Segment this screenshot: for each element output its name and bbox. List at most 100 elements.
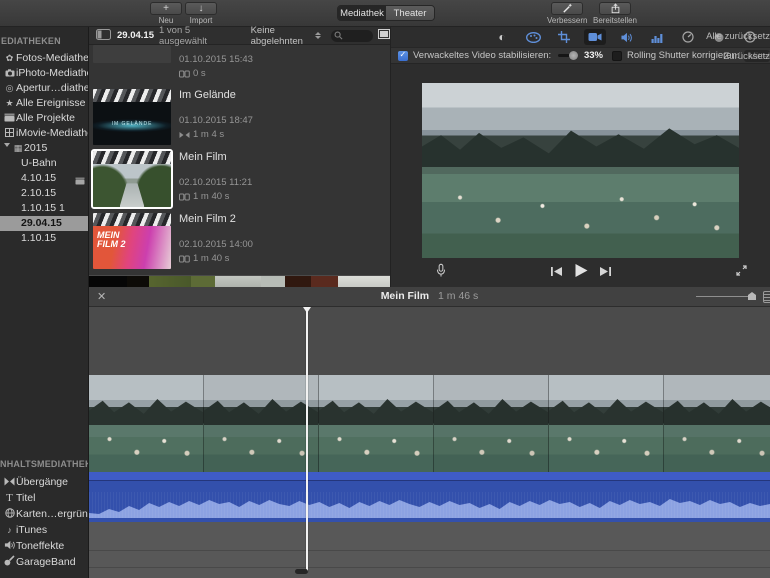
slider-knob[interactable] — [569, 51, 579, 60]
sidebar-item-21015[interactable]: 2.10.15 — [0, 186, 88, 201]
color-balance-icon[interactable]: ◐ — [491, 29, 513, 45]
clapper-chevrons-icon — [93, 89, 171, 102]
sidebar-item-290415-selected[interactable]: 29.04.15 — [0, 216, 88, 231]
titles-icon: T — [6, 492, 13, 504]
sidebar-item-alle-ereignisse[interactable]: ★ Alle Ereignisse — [0, 96, 88, 111]
timeline-background — [89, 522, 770, 578]
clip-title: Mein Film 2 — [179, 213, 236, 225]
clip-duration: 1 m 4 s — [179, 129, 253, 140]
clip-date: 01.10.2015 18:47 — [179, 115, 253, 126]
import-button[interactable]: ↓ — [185, 2, 217, 15]
enhance-button[interactable] — [551, 2, 583, 15]
search-field[interactable] — [331, 29, 373, 42]
tab-theater[interactable]: Theater — [386, 6, 434, 20]
star-icon: ★ — [5, 98, 14, 108]
clip-row-mein-film-2[interactable]: MEIN FILM 2 Mein Film 2 02.10.2015 14:00… — [93, 213, 388, 269]
crop-icon[interactable] — [553, 29, 575, 45]
stabilize-label: Verwackeltes Video stabilisieren: — [413, 50, 552, 61]
project-icon — [179, 131, 190, 138]
timeline-header: ✕ Mein Film 1 m 46 s — [89, 287, 770, 307]
timeline-clip-filmstrip[interactable] — [89, 375, 770, 472]
next-frame-button[interactable] — [599, 264, 611, 282]
clip-date: 02.10.2015 11:21 — [179, 177, 253, 188]
voiceover-mic-button[interactable] — [435, 263, 447, 283]
clip-appearance-icon[interactable] — [763, 291, 770, 303]
play-button[interactable] — [573, 263, 588, 283]
reset-stabilization-button[interactable]: Zurücksetz — [724, 51, 770, 62]
tab-mediathek[interactable]: Mediathek — [338, 6, 386, 20]
reset-all-button[interactable]: Alle zurücksetz — [706, 31, 770, 42]
viewer-pane: ◐ Alle zurücksetz ✓ Verwackeltes Video s… — [390, 27, 770, 287]
clip-date: 01.10.2015 15:43 — [179, 54, 253, 65]
share-button[interactable] — [599, 2, 631, 15]
film-reel-icon — [179, 193, 190, 200]
color-correction-icon[interactable] — [522, 29, 544, 45]
clip-thumbnail[interactable]: IM GELÄNDE — [93, 89, 171, 145]
timeline-body — [89, 307, 770, 578]
sidebar-item-11015-1[interactable]: 1.10.15 1 — [0, 201, 88, 216]
music-note-icon: ♪ — [7, 525, 12, 535]
clip-thumbnail[interactable]: MEIN FILM 2 — [93, 213, 171, 269]
speed-icon[interactable] — [677, 29, 699, 45]
event-filmstrip-row[interactable] — [89, 275, 390, 287]
selection-status: 1 von 5 ausgewählt — [158, 24, 208, 47]
clapper-chevrons-icon — [93, 151, 171, 164]
sidebar-item-uebergaenge[interactable]: Übergänge — [0, 475, 88, 490]
new-button-group: + Neu — [149, 2, 183, 25]
thumb-title-text: IM GELÄNDE — [111, 121, 153, 128]
previous-frame-button[interactable] — [550, 264, 562, 282]
viewer — [391, 64, 770, 258]
stabilization-icon-selected[interactable] — [584, 29, 606, 45]
sidebar-item-toneffekte[interactable]: Toneffekte — [0, 539, 88, 554]
sidebar-item-41015[interactable]: 4.10.15 — [0, 171, 88, 186]
sidebar-item-fotos[interactable]: ✿ Fotos-Mediathek — [0, 51, 88, 66]
share-button-group: Bereitstellen — [589, 2, 641, 25]
sidebar-toggle-button[interactable] — [96, 28, 111, 43]
sidebar-item-garageband[interactable]: GarageBand — [0, 555, 88, 570]
sidebar-item-karten[interactable]: Karten…ergründe — [0, 507, 88, 522]
sidebar-item-ubahn[interactable]: U-Bahn — [0, 156, 88, 171]
enhance-button-label: Verbessern — [547, 16, 588, 25]
project-duration: 1 m 46 s — [438, 290, 479, 302]
fullscreen-icon[interactable] — [735, 264, 748, 282]
popup-chevrons-icon[interactable] — [315, 32, 322, 39]
clapper-icon — [3, 111, 16, 126]
stabilize-slider[interactable] — [558, 51, 579, 60]
clip-row-im-gelaende[interactable]: IM GELÄNDE Im Gelände 01.10.2015 18:47 1… — [93, 89, 388, 145]
clip-list: 01.10.2015 15:43 0 s IM GELÄNDE Im Gelän… — [89, 45, 390, 275]
project-title: Mein Film — [380, 290, 430, 302]
sidebar-item-itunes[interactable]: ♪ iTunes — [0, 523, 88, 538]
filmstrip-view-button[interactable] — [378, 28, 390, 43]
stabilize-checkbox[interactable] — [398, 50, 408, 61]
enhance-button-group: Verbessern — [547, 2, 587, 25]
clip-thumbnail-selected[interactable] — [91, 149, 173, 209]
waveform-texture — [89, 492, 770, 518]
sidebar-item-11015[interactable]: 1.10.15 — [0, 231, 88, 246]
sidebar-item-imovie-mediathek[interactable]: iMovie-Mediathek — [0, 126, 88, 141]
audio-waveform-track[interactable] — [89, 472, 770, 522]
clip-row-partial[interactable]: 01.10.2015 15:43 0 s — [93, 45, 388, 79]
sidebar-item-iphoto[interactable]: iPhoto-Mediathek — [0, 66, 88, 81]
filter-popup[interactable]: Keine abgelehnten — [251, 25, 313, 47]
sidebar-item-titel[interactable]: T Titel — [0, 491, 88, 506]
timeline-scroll-handle[interactable] — [295, 569, 308, 574]
clip-row-mein-film[interactable]: Mein Film 02.10.2015 11:21 1 m 40 s — [91, 149, 388, 209]
video-preview[interactable] — [422, 83, 739, 258]
aperture-icon: ◎ — [5, 83, 14, 93]
calendar-icon: ▦ — [13, 143, 23, 153]
volume-icon[interactable] — [615, 29, 637, 45]
disclosure-triangle-icon[interactable] — [4, 143, 10, 150]
transitions-icon — [3, 475, 16, 490]
new-button[interactable]: + — [150, 2, 182, 15]
playhead[interactable] — [303, 307, 310, 572]
thumbnail-zoom-slider[interactable] — [696, 292, 756, 300]
top-toolbar: + Neu ↓ Import Mediathek Theater Verbess… — [0, 0, 770, 27]
sidebar-item-alle-projekte[interactable]: Alle Projekte — [0, 111, 88, 126]
sidebar-year-2015[interactable]: ▦ 2015 — [0, 141, 88, 156]
rolling-shutter-checkbox[interactable] — [612, 50, 622, 61]
search-icon — [334, 31, 343, 40]
sidebar-item-aperture[interactable]: ◎ Apertur…diathek — [0, 81, 88, 96]
timeline: ✕ Mein Film 1 m 46 s — [89, 287, 770, 578]
noise-eq-icon[interactable] — [646, 29, 668, 45]
clip-thumbnail[interactable] — [93, 45, 171, 63]
